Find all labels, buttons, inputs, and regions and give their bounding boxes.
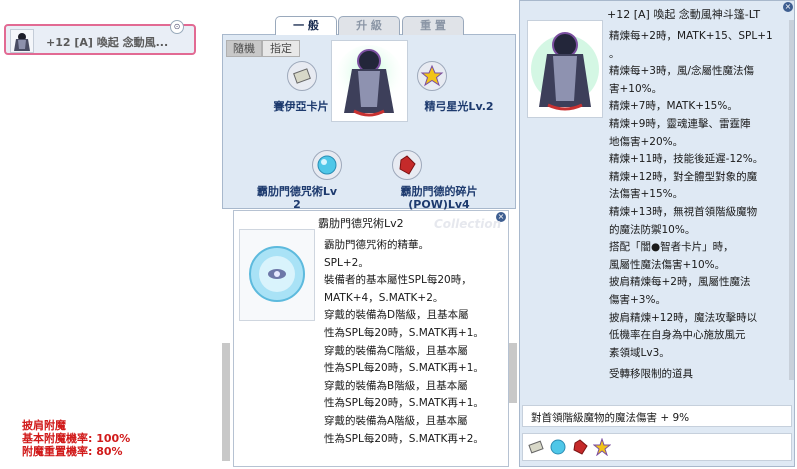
enchant-info: 披肩附魔 基本附魔機率: 100% 附魔重置機率: 80%	[22, 419, 130, 458]
option-text: 對首領階級魔物的魔法傷害 + 9%	[531, 412, 690, 424]
fragment-slot-small-icon[interactable]	[571, 438, 589, 456]
subtab-specific[interactable]: 指定	[262, 40, 300, 57]
equipment-slot-name: +12 [A] 喚起 念動風...	[46, 36, 169, 49]
star-slot-icon[interactable]	[417, 61, 447, 91]
card-slot-icon[interactable]	[287, 61, 317, 91]
tab-general[interactable]: 一 般	[275, 16, 337, 35]
tab-upgrade[interactable]: 升 級	[338, 16, 400, 35]
info-slots-bar	[522, 433, 792, 461]
item-tooltip: 霸肋門德咒術Lv2 × Collection 霸肋門德咒術的精華。 SPL+2。…	[233, 210, 509, 467]
enchant-heading: 披肩附魔	[22, 419, 66, 432]
orb-slot-small-icon[interactable]	[549, 438, 567, 456]
card-slot-small-icon[interactable]	[527, 438, 545, 456]
window-scrollbar[interactable]	[222, 343, 230, 461]
tooltip-watermark: Collection	[434, 217, 502, 231]
slot-label-top-left: 賽伊亞卡片	[273, 100, 329, 113]
info-item-image	[527, 20, 603, 118]
tab-reset[interactable]: 重 置	[402, 16, 464, 35]
info-description: 精煉每+2時，MATK+15、SPL+1 。 精煉每+3時，風/念屬性魔法傷 害…	[609, 28, 784, 383]
orb-large-icon	[249, 246, 305, 302]
cape-info-icon	[531, 32, 599, 111]
enchant-base-rate: 基本附魔機率: 100%	[22, 432, 131, 445]
fragment-slot-icon[interactable]	[392, 150, 422, 180]
tooltip-title: 霸肋門德咒術Lv2	[318, 217, 404, 230]
slot-label-top-right: 精弓星光Lv.2	[424, 100, 494, 113]
star-slot-small-icon[interactable]	[592, 437, 612, 457]
slot-label-bottom-left: 霸肋門德咒術Lv 2	[256, 185, 338, 211]
info-option-line: 對首領階級魔物的魔法傷害 + 9%	[522, 405, 792, 427]
info-scrollbar[interactable]	[789, 20, 794, 380]
enchant-reset-rate: 附魔重置機率: 80%	[22, 445, 123, 458]
item-info-title: +12 [A] 喚起 念動風神斗篷-LT	[607, 8, 761, 21]
subtab-random[interactable]: 隨機	[226, 40, 262, 57]
equipment-slot[interactable]: +12 [A] 喚起 念動風... ⊙	[4, 20, 196, 55]
slot-options-icon[interactable]: ⊙	[170, 20, 184, 34]
slot-label-bottom-right: 霸肋門德的碎片 (POW)Lv4	[400, 185, 478, 211]
orb-slot-icon[interactable]	[312, 150, 342, 180]
window-scrollbar-right[interactable]	[509, 343, 517, 403]
info-close-icon[interactable]: ×	[783, 2, 793, 12]
tooltip-description: 霸肋門德咒術的精華。 SPL+2。 裝備者的基本屬性SPL每20時， MATK+…	[324, 239, 484, 445]
cape-item-icon	[10, 29, 34, 53]
tooltip-item-image	[239, 229, 315, 321]
info-footer-partial: 受轉移限制的道具	[609, 368, 693, 381]
